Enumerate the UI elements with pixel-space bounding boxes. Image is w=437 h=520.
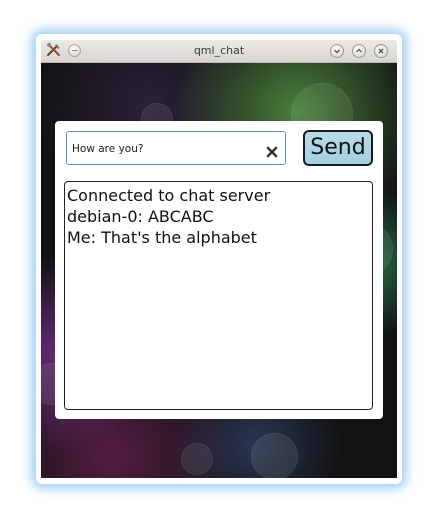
minimize-icon[interactable] [330, 44, 344, 58]
chat-message: Me: That's the alphabet [67, 228, 257, 247]
message-input-box[interactable] [66, 131, 286, 165]
wallpaper-bubble [181, 443, 213, 475]
message-input[interactable] [72, 140, 252, 158]
chat-message: debian-0: ABCABC [67, 207, 214, 226]
clear-text-icon[interactable] [266, 143, 278, 158]
close-icon[interactable] [374, 44, 388, 58]
title-bar[interactable]: qml_chat [41, 40, 397, 63]
maximize-icon[interactable] [352, 44, 366, 58]
chat-log[interactable]: Connected to chat server debian-0: ABCAB… [64, 181, 373, 410]
app-window: qml_chat How are you? Send Connected to … [41, 40, 397, 478]
send-button[interactable]: Send [303, 130, 373, 166]
wallpaper-bubble [251, 433, 298, 478]
chat-panel: Send Connected to chat server debian-0: … [55, 121, 383, 419]
chat-message: Connected to chat server [67, 186, 271, 205]
